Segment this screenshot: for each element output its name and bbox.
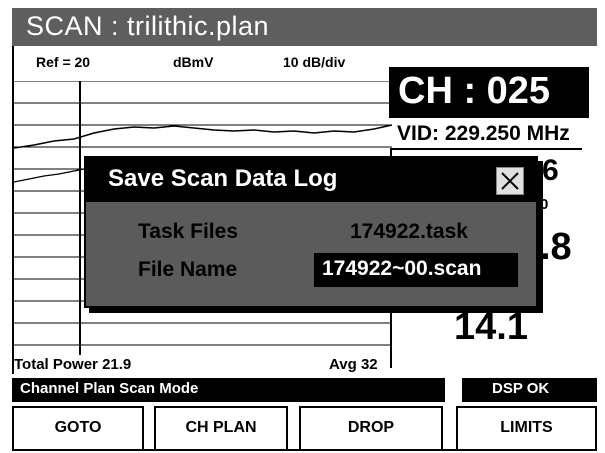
task-files-label: Task Files xyxy=(138,220,238,243)
ch-plan-softkey[interactable]: CH PLAN xyxy=(154,406,288,450)
dialog-title-bar: Save Scan Data Log xyxy=(86,158,536,202)
file-name-value: 174922~00.scan xyxy=(322,257,482,280)
dsp-status: DSP OK xyxy=(462,378,597,402)
reference-level: Ref = 20 xyxy=(36,54,91,70)
close-icon xyxy=(501,172,519,190)
file-name-field[interactable]: 174922~00.scan xyxy=(314,253,518,287)
screen-title: SCAN : trilithic.plan xyxy=(26,11,270,41)
ch-plan-label: CH PLAN xyxy=(185,419,257,436)
analyzer-screen: SCAN : trilithic.plan Ref = 20 dBmV 10 d… xyxy=(0,0,605,453)
task-files-value: 174922.task xyxy=(350,220,468,243)
dsp-status-text: DSP OK xyxy=(492,380,550,397)
save-scan-dialog: Save Scan Data Log Task Files 174922.tas… xyxy=(84,156,538,308)
drop-label: DROP xyxy=(347,419,395,436)
title-bar: SCAN : trilithic.plan xyxy=(12,8,597,46)
readout-value-3: 14.1 xyxy=(454,306,528,348)
readout-small-1: 0 xyxy=(540,196,549,213)
goto-softkey[interactable]: GOTO xyxy=(12,406,144,450)
channel-number: CH : 025 xyxy=(398,70,551,112)
dialog-title: Save Scan Data Log xyxy=(108,165,338,192)
drop-softkey[interactable]: DROP xyxy=(299,406,443,450)
average-value: Avg 32 xyxy=(329,356,378,373)
channel-display: CH : 025 xyxy=(389,67,589,118)
total-power: Total Power 21.9 xyxy=(14,356,132,373)
video-frequency: VID: 229.250 MHz xyxy=(397,122,570,145)
softkey-baseline xyxy=(12,449,597,451)
close-button[interactable] xyxy=(496,167,524,195)
goto-label: GOTO xyxy=(54,419,102,436)
limits-softkey[interactable]: LIMITS xyxy=(456,406,597,450)
mode-bar: Channel Plan Scan Mode xyxy=(12,378,445,402)
file-name-label: File Name xyxy=(138,258,238,281)
plot-scale: 10 dB/div xyxy=(283,54,346,70)
scan-mode: Channel Plan Scan Mode xyxy=(20,380,199,397)
readout-partial-1: 6 xyxy=(542,154,559,187)
plot-unit: dBmV xyxy=(173,54,214,70)
readout-partial-2: .8 xyxy=(540,226,572,268)
limits-label: LIMITS xyxy=(500,419,553,436)
